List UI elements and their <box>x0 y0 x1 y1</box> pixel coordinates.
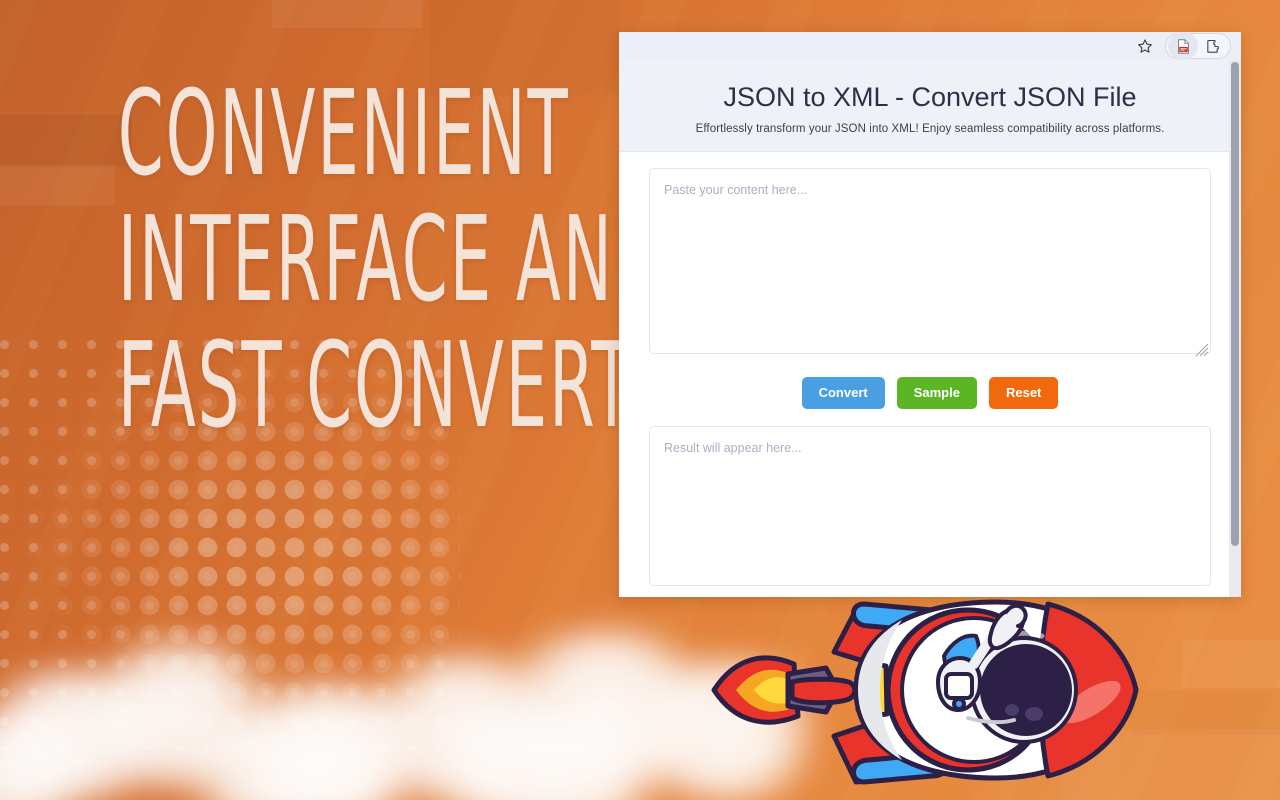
action-button-row: Convert Sample Reset <box>649 377 1211 409</box>
headline-line-3: FAST CONVERTER <box>117 316 725 454</box>
page-viewport: JSON to XML - Convert JSON File Effortle… <box>619 60 1241 597</box>
headline-line-1: CONVENIENT <box>117 64 570 202</box>
bookmark-star-icon[interactable] <box>1131 32 1159 60</box>
convert-button[interactable]: Convert <box>801 377 885 409</box>
screenshot-stage: CONVENIENT INTERFACE AND FAST CONVERTER <box>0 0 1280 800</box>
background-block <box>1182 640 1280 688</box>
rocket-illustration <box>711 599 1139 785</box>
background-block <box>272 0 422 28</box>
page-scrollbar-thumb[interactable] <box>1231 62 1239 546</box>
page-subtitle: Effortlessly transform your JSON into XM… <box>695 123 1165 135</box>
sample-button[interactable]: Sample <box>896 377 977 409</box>
page-scrollbar[interactable] <box>1229 60 1241 597</box>
xml-output-textarea[interactable] <box>649 426 1211 586</box>
reset-button[interactable]: Reset <box>988 377 1059 409</box>
extension-document-icon[interactable] <box>1168 32 1198 60</box>
smoke-trail <box>0 600 840 800</box>
puzzle-piece-icon[interactable] <box>1198 32 1228 60</box>
browser-toolbar <box>619 32 1241 60</box>
background-block <box>1130 690 1280 735</box>
input-textarea-wrapper <box>649 168 1211 359</box>
background-block <box>0 165 115 205</box>
page-header: JSON to XML - Convert JSON File Effortle… <box>619 60 1241 152</box>
page-title: JSON to XML - Convert JSON File <box>723 82 1137 112</box>
extensions-pill <box>1165 32 1231 60</box>
headline-line-2: INTERFACE AND <box>117 190 667 328</box>
browser-window: JSON to XML - Convert JSON File Effortle… <box>619 32 1241 597</box>
background-block <box>0 115 132 167</box>
page-body: Convert Sample Reset <box>619 152 1241 591</box>
json-input-textarea[interactable] <box>649 168 1211 354</box>
promo-headline: CONVENIENT INTERFACE AND FAST CONVERTER <box>117 64 725 454</box>
output-textarea-wrapper <box>649 426 1211 591</box>
